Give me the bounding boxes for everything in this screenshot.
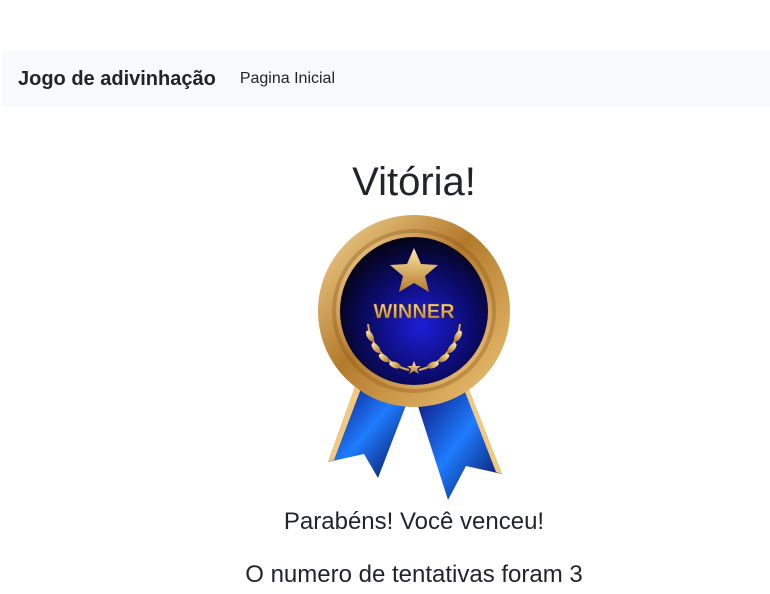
congrats-message: Parabéns! Você venceu! — [283, 508, 545, 535]
page-title: Vitória! — [352, 160, 476, 204]
medal-text: WINNER — [373, 301, 455, 323]
nav-home-link[interactable]: Pagina Inicial — [240, 71, 335, 87]
brand-link[interactable]: Jogo de adivinhação — [18, 69, 216, 89]
winner-medal-image: WINNER — [318, 215, 510, 500]
attempts-message: O numero de tentativas foram 3 — [245, 561, 583, 588]
navbar: Jogo de adivinhação Pagina Inicial — [2, 51, 770, 107]
